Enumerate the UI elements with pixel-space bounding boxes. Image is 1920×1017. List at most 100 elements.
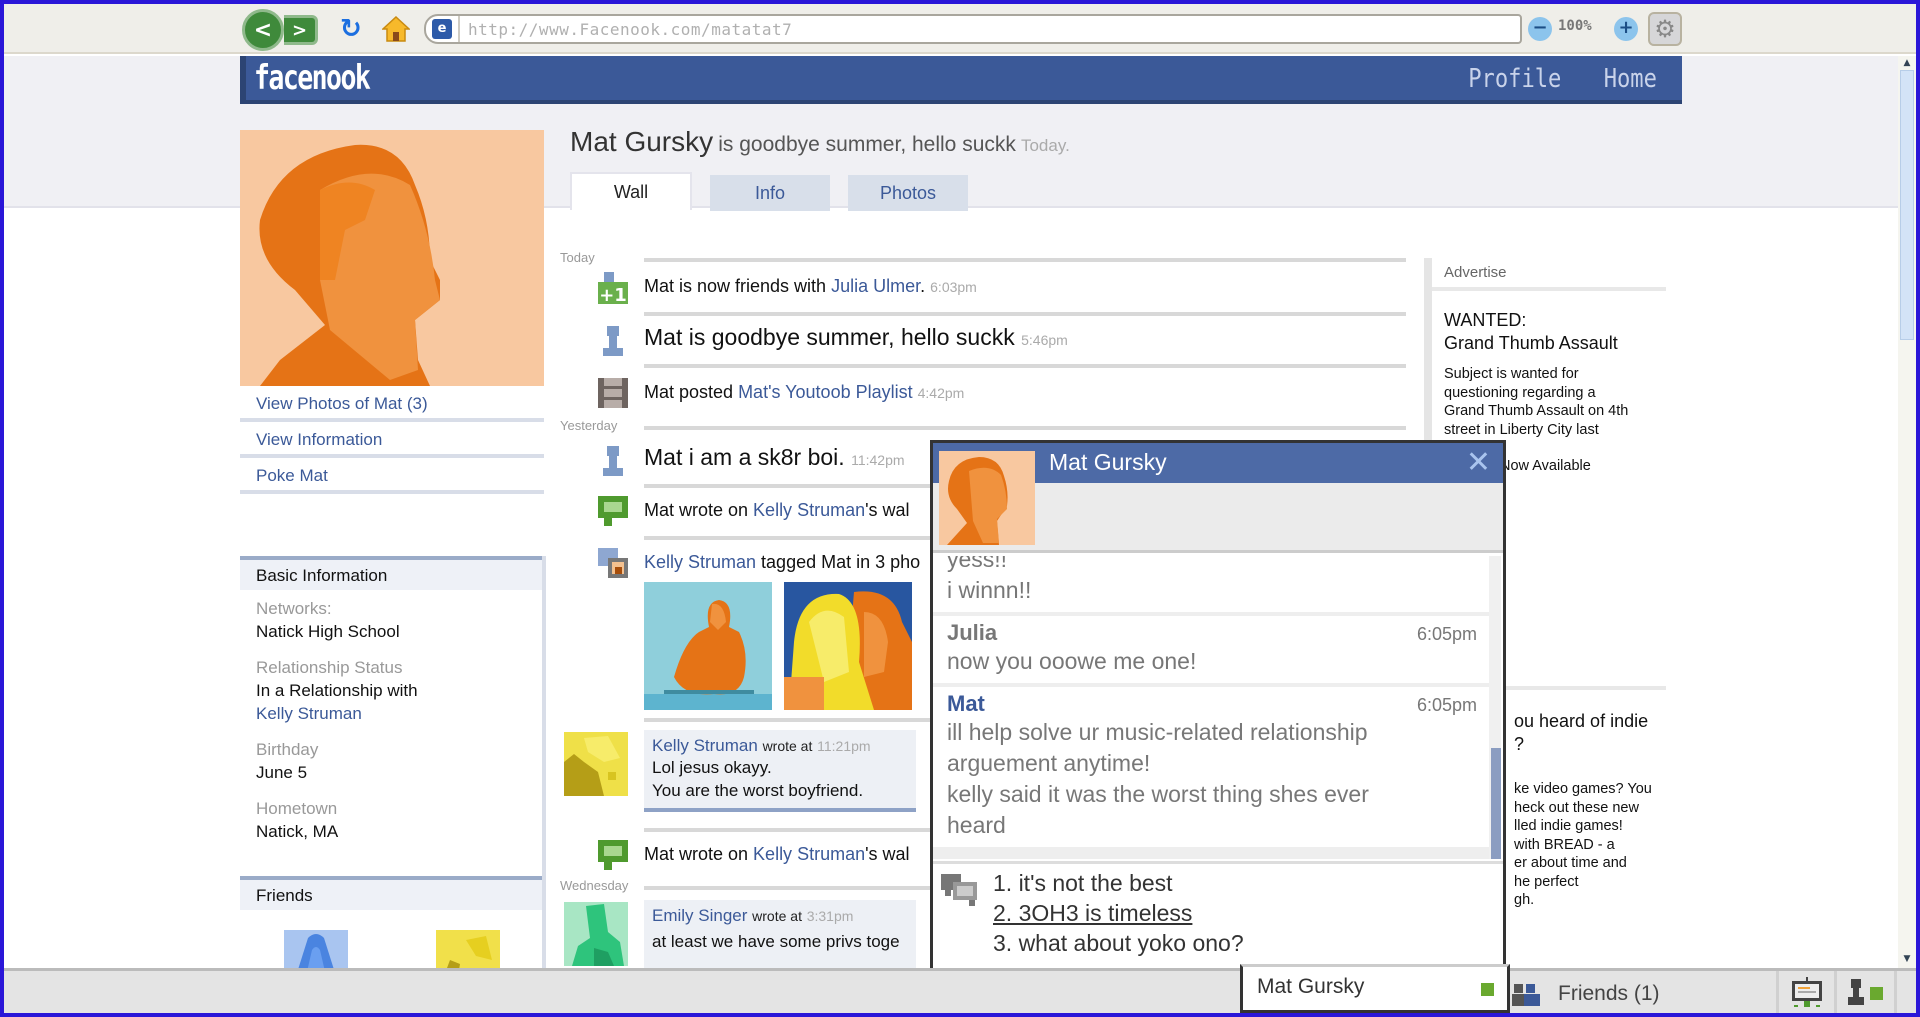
chat-title: Mat Gursky (1049, 449, 1167, 475)
tab-photos[interactable]: Photos (848, 175, 968, 211)
author-link[interactable]: Emily Singer (652, 906, 747, 925)
kelly-avatar[interactable] (564, 732, 628, 796)
chat-message: Julia 6:05pm now you ooowe me one! (933, 616, 1489, 683)
friends-section: Friends (240, 876, 542, 910)
profile-tabs: Wall Info Photos (570, 172, 968, 211)
info-birthday: Birthday June 5 (240, 725, 542, 784)
reload-icon[interactable]: ↻ (340, 14, 362, 44)
divider (644, 426, 1406, 430)
info-label: Relationship Status (256, 658, 403, 677)
scroll-thumb[interactable] (1900, 70, 1914, 340)
site-logo[interactable]: facenook (254, 58, 371, 98)
info-value: In a Relationship with (256, 681, 418, 700)
page-scrollbar[interactable]: ▲ ▼ (1898, 56, 1916, 968)
close-icon[interactable]: ✕ (1466, 445, 1491, 480)
message-line: i winnn!! (947, 577, 1032, 603)
message-line: heard (947, 812, 1006, 838)
divider (644, 536, 944, 540)
advertise-heading[interactable]: Advertise (1432, 258, 1666, 291)
playlist-link[interactable]: Mat's Youtoob Playlist (738, 382, 913, 402)
ad-title-line: Grand Thumb Assault (1444, 333, 1618, 353)
zoom-in-icon[interactable]: + (1614, 17, 1638, 41)
home-icon[interactable] (382, 16, 410, 42)
person-icon (603, 446, 623, 476)
reply-option-2[interactable]: 2. 3OH3 is timeless (993, 900, 1192, 927)
reply-option-1[interactable]: 1. it's not the best (993, 870, 1173, 897)
friend-link[interactable]: Kelly Struman (753, 844, 865, 864)
poke-link[interactable]: Poke Mat (240, 458, 544, 494)
info-value: June 5 (256, 763, 308, 782)
post-time: 11:21pm (817, 738, 871, 754)
divider (1834, 971, 1837, 1013)
feed-text: Mat i am a sk8r boi. 11:42pm (644, 444, 905, 471)
wrote-at-label: wrote at (752, 908, 802, 924)
author-link[interactable]: Kelly Struman (652, 736, 758, 755)
chat-bubbles-icon (941, 874, 977, 906)
day-label-yesterday: Yesterday (560, 418, 618, 433)
ad-title[interactable]: WANTED: Grand Thumb Assault (1432, 291, 1666, 355)
feed-time: 5:46pm (1021, 332, 1068, 348)
view-information-link[interactable]: View Information (240, 422, 544, 458)
online-status-indicator (1481, 983, 1494, 996)
online-status-indicator (1870, 987, 1883, 1000)
chat-messages[interactable]: yess!! i winnn!! Julia 6:05pm now you oo… (933, 556, 1489, 859)
ad-body-line: lled indie games! (1514, 818, 1623, 834)
browser-window: < > ↻ e http://www.Facenook.com/matatat7… (4, 4, 1916, 1013)
feed-time: 4:42pm (917, 385, 965, 401)
info-label: Networks: (256, 599, 332, 618)
message-time: 6:05pm (1416, 695, 1477, 715)
info-value: Natick High School (256, 622, 400, 641)
wall-post-icon (598, 496, 628, 526)
chat-scrollbar[interactable] (1489, 556, 1501, 859)
feed-text: Kelly Struman tagged Mat in 3 pho (644, 552, 920, 573)
chat-tab-label: Mat Gursky (1257, 975, 1365, 998)
ad-title-line: ? (1514, 734, 1525, 754)
chat-bar: Friends (1) (4, 968, 1916, 1013)
chat-avatar (939, 451, 1035, 545)
address-bar[interactable]: e http://www.Facenook.com/matatat7 (424, 14, 1522, 44)
relationship-partner-link[interactable]: Kelly Struman (256, 702, 526, 725)
film-icon (598, 378, 628, 408)
profile-picture[interactable] (240, 130, 544, 386)
info-label: Hometown (256, 799, 338, 818)
ad-body-line: ke video games? You (1514, 781, 1652, 797)
scroll-up-icon[interactable]: ▲ (1900, 58, 1914, 70)
feed-text: Mat is goodbye summer, hello suckk 5:46p… (644, 324, 1068, 351)
feed-text: Mat is now friends with Julia Ulmer. 6:0… (644, 276, 977, 297)
site-nav: Profile Home (1460, 64, 1662, 94)
feed-time: 6:03pm (930, 279, 977, 295)
tab-info[interactable]: Info (710, 175, 830, 211)
feed-time: 11:42pm (851, 452, 905, 468)
wall-post: Kelly Struman wrote at 11:21pm Lol jesus… (644, 730, 916, 812)
nav-profile-link[interactable]: Profile (1468, 64, 1561, 94)
person-icon[interactable] (1846, 979, 1866, 1005)
emily-avatar[interactable] (564, 902, 628, 966)
tagged-photo[interactable] (644, 582, 772, 710)
tagged-photo[interactable] (784, 582, 912, 710)
reply-options: 1. it's not the best 2. 3OH3 is timeless… (933, 861, 1503, 970)
scroll-down-icon[interactable]: ▼ (1900, 954, 1914, 966)
nav-home-link[interactable]: Home (1604, 64, 1657, 94)
message-line: yess!! (947, 556, 1008, 572)
forward-button[interactable]: > (284, 15, 318, 45)
post-line: Lol jesus okayy. (652, 758, 772, 777)
chat-tab[interactable]: Mat Gursky (1240, 964, 1510, 1013)
zoom-out-icon[interactable]: − (1528, 17, 1552, 41)
friend-link[interactable]: Julia Ulmer (831, 276, 920, 296)
chat-message: Mat 6:05pm ill help solve ur music-relat… (933, 687, 1489, 847)
url-text[interactable]: http://www.Facenook.com/matatat7 (468, 20, 792, 39)
reply-option-3[interactable]: 3. what about yoko ono? (993, 930, 1244, 957)
friend-link[interactable]: Kelly Struman (753, 500, 865, 520)
chevron-left-icon: < (253, 17, 273, 43)
friend-link[interactable]: Kelly Struman (644, 552, 756, 572)
friends-heading: Friends (240, 876, 542, 910)
back-button[interactable]: < (242, 9, 284, 51)
divider (644, 258, 1406, 262)
gear-icon[interactable]: ⚙ (1648, 12, 1682, 46)
chat-scroll-thumb[interactable] (1491, 748, 1501, 859)
divider (644, 312, 1406, 316)
presentation-icon[interactable] (1790, 977, 1824, 1009)
view-photos-link[interactable]: View Photos of Mat (3) (240, 386, 544, 422)
tab-wall[interactable]: Wall (570, 172, 692, 210)
feed-text-pre: Mat posted (644, 382, 739, 402)
